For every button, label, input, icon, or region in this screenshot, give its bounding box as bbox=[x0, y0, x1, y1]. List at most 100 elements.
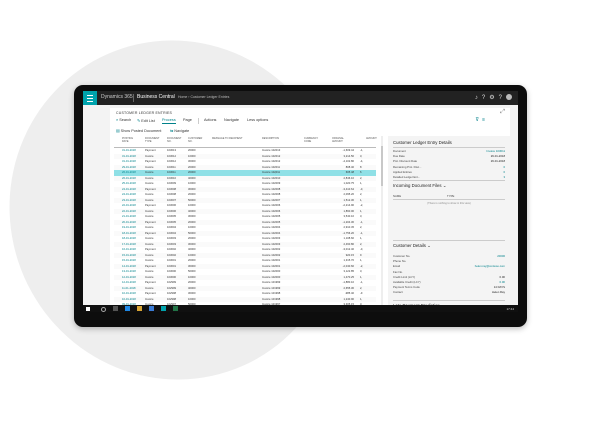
posting-date-cell[interactable]: 16-01-2018 bbox=[122, 248, 136, 252]
col-message[interactable]: MESSAGE TO RECIPIENT bbox=[212, 137, 242, 140]
posting-date-cell[interactable]: 12-01-2018 bbox=[122, 276, 136, 280]
document-no-cell: 103006 bbox=[167, 209, 176, 213]
grid-header: POSTING DATE DOCUMENT TYPE DOCUMENT NO. … bbox=[114, 136, 377, 148]
breadcrumb[interactable]: Home › Customer Ledger Entries bbox=[178, 95, 229, 99]
question-icon[interactable]: ? bbox=[499, 95, 506, 101]
posting-date-cell[interactable]: 17-01-2018 bbox=[122, 243, 136, 247]
start-icon[interactable] bbox=[86, 306, 90, 311]
amount-cell: 1, bbox=[360, 198, 363, 202]
col-amount[interactable]: AMOUNT bbox=[366, 137, 377, 140]
col-original-amount[interactable]: ORIGINAL AMOUNT bbox=[332, 137, 344, 143]
bell-icon[interactable]: ♪ bbox=[475, 95, 482, 101]
mail-icon[interactable] bbox=[149, 306, 154, 311]
folder-icon[interactable] bbox=[137, 306, 142, 311]
entry-details-title[interactable]: Customer Ledger Entry Details bbox=[393, 140, 452, 145]
app-name[interactable]: Dynamics 365 bbox=[101, 94, 133, 100]
description-cell: Invoice 102006 bbox=[262, 204, 281, 207]
navigate-button[interactable]: ⇆ Navigate bbox=[170, 128, 189, 133]
factbox-field: Contact Helen Ray bbox=[393, 290, 505, 294]
document-type-cell: Invoice bbox=[145, 176, 154, 180]
col-description[interactable]: DESCRIPTION bbox=[262, 137, 279, 140]
document-type-cell: Payment bbox=[145, 231, 156, 235]
original-amount-cell: 1,512.30 bbox=[343, 198, 354, 202]
posting-date-cell[interactable]: 24-01-2018 bbox=[122, 193, 136, 197]
field-value[interactable]: 0.00 bbox=[500, 280, 505, 284]
field-value[interactable]: Invoice 103011 bbox=[486, 149, 505, 153]
app-launcher-icon[interactable] bbox=[83, 91, 97, 105]
posting-date-cell[interactable]: 14-01-2018 bbox=[122, 265, 136, 269]
search-button[interactable]: ⌕ Search bbox=[116, 118, 131, 122]
product-name[interactable]: Business Central bbox=[137, 94, 175, 100]
document-no-cell: 102999 bbox=[167, 281, 176, 284]
search-icon[interactable] bbox=[101, 306, 106, 312]
posting-date-cell[interactable]: 18-01-2018 bbox=[122, 232, 136, 236]
tab-actions[interactable]: Actions bbox=[204, 118, 216, 122]
incoming-docs-title[interactable]: Incoming Document Files ⌄ bbox=[393, 183, 446, 189]
dynamics-icon[interactable] bbox=[161, 306, 166, 311]
posting-date-cell[interactable]: 31-01-2018 bbox=[122, 149, 136, 153]
field-value[interactable]: 20000 bbox=[497, 254, 505, 258]
posting-date-cell[interactable]: 31-01-2018 bbox=[122, 155, 136, 159]
row-menu-icon[interactable]: ⋮ bbox=[274, 171, 277, 175]
field-value[interactable]: 0 bbox=[503, 170, 505, 174]
posting-date-cell[interactable]: 19-01-2018 bbox=[122, 226, 136, 230]
col-currency-code[interactable]: CURRENCY CODE bbox=[304, 137, 318, 143]
posting-date-cell[interactable]: 26-01-2018 bbox=[122, 177, 136, 181]
posting-date-cell[interactable]: 23-01-2018 bbox=[122, 199, 136, 203]
posting-date-cell[interactable]: 10-01-2018 bbox=[122, 292, 136, 296]
expand-icon[interactable]: ⤢ bbox=[500, 109, 505, 116]
customer-no-cell: 40000 bbox=[188, 209, 196, 213]
posting-date-cell[interactable]: 22-01-2018 bbox=[122, 210, 136, 214]
posting-date-cell[interactable]: 24-01-2018 bbox=[122, 188, 136, 192]
posting-date-cell[interactable]: 10-01-2018 bbox=[122, 298, 136, 302]
document-type-cell: Invoice bbox=[145, 171, 154, 174]
posting-date-cell[interactable]: 15-01-2018 bbox=[122, 254, 136, 258]
posting-date-cell[interactable]: 26-01-2018 bbox=[122, 171, 136, 175]
posting-date-cell[interactable]: 25-01-2018 bbox=[122, 182, 136, 186]
posting-date-cell[interactable]: 20-01-2018 bbox=[122, 221, 136, 225]
avatar[interactable] bbox=[506, 94, 512, 101]
tab-process[interactable]: Process bbox=[162, 118, 176, 124]
task-view-icon[interactable] bbox=[113, 306, 118, 311]
customer-details-title[interactable]: Customer Details ⌄ bbox=[393, 243, 431, 249]
show-posted-document-button[interactable]: ▤ Show Posted Document bbox=[116, 128, 161, 133]
customer-no-cell: 40000 bbox=[188, 286, 196, 290]
posting-date-cell[interactable]: 31-01-2018 bbox=[122, 160, 136, 164]
customer-no-cell: 20000 bbox=[188, 165, 196, 169]
original-amount-cell: 1,108.60 bbox=[343, 237, 354, 240]
posting-date-cell[interactable]: 13-01-2018 bbox=[122, 270, 136, 274]
posting-date-cell[interactable]: 29-01-2018 bbox=[122, 166, 136, 170]
edge-icon[interactable] bbox=[125, 306, 130, 311]
clock[interactable]: 17:44 bbox=[506, 307, 514, 311]
col-posting-date[interactable]: POSTING DATE bbox=[122, 137, 133, 143]
grid-scrollbar[interactable] bbox=[381, 136, 383, 312]
gear-icon[interactable]: ⚙ bbox=[489, 95, 498, 101]
field-label: Email bbox=[393, 264, 400, 269]
field-value[interactable]: helen.ray@contoso.com bbox=[475, 264, 505, 268]
customer-no-cell: 20000 bbox=[188, 193, 196, 196]
col-customer-no[interactable]: CUSTOMER NO. bbox=[188, 137, 202, 143]
field-value: 26-01-2018 bbox=[490, 159, 505, 164]
posting-date-cell[interactable]: 15-01-2018 bbox=[122, 259, 136, 263]
amount-cell: 3, bbox=[360, 154, 363, 158]
col-document-type[interactable]: DOCUMENT TYPE bbox=[145, 137, 159, 143]
tab-page[interactable]: Page bbox=[183, 118, 192, 122]
tab-navigate[interactable]: Navigate bbox=[224, 118, 239, 122]
description-cell: Invoice 102000 bbox=[262, 270, 281, 273]
edit-list-button[interactable]: ✎ Edit List bbox=[137, 118, 155, 123]
field-label: Pmt. Discount Date bbox=[393, 159, 418, 164]
posting-date-cell[interactable]: 22-01-2018 bbox=[122, 204, 136, 208]
original-amount-cell: -1,756.20 bbox=[342, 231, 354, 235]
scroll-thumb[interactable] bbox=[381, 146, 383, 186]
posting-date-cell[interactable]: 11-01-2018 bbox=[122, 287, 136, 291]
tab-less-options[interactable]: Less options bbox=[247, 118, 268, 122]
col-document-no[interactable]: DOCUMENT NO. bbox=[167, 137, 181, 143]
field-value[interactable]: 0 bbox=[503, 165, 505, 169]
posting-date-cell[interactable]: 18-01-2018 bbox=[122, 237, 136, 241]
posting-date-cell[interactable]: 21-01-2018 bbox=[122, 215, 136, 219]
posting-date-cell[interactable]: 12-01-2018 bbox=[122, 281, 136, 285]
excel-icon[interactable] bbox=[173, 306, 178, 311]
field-value[interactable]: 3 bbox=[503, 175, 505, 179]
list-view-icon[interactable]: ≡ bbox=[482, 117, 488, 123]
description-cell: Invoice 102013 bbox=[262, 149, 281, 152]
